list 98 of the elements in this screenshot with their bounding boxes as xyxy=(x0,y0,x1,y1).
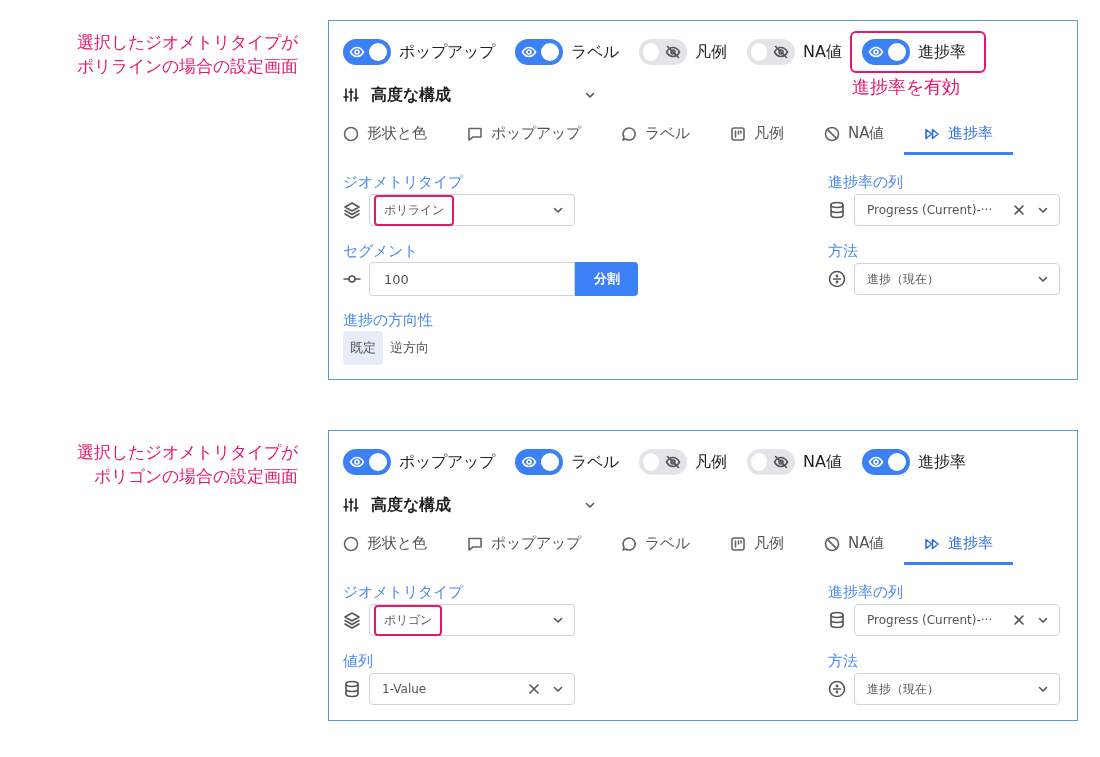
tab[interactable]: 凡例 xyxy=(730,121,804,155)
toggle-label: ポップアップ xyxy=(399,41,495,63)
caption-text: ポリラインの場合の設定画面 xyxy=(77,55,298,78)
split-button[interactable]: 分割 xyxy=(575,262,638,296)
select-field[interactable]: 進捗（現在） xyxy=(854,263,1060,295)
toggle-label: 進捗率 xyxy=(917,41,966,63)
tab[interactable]: 形状と色 xyxy=(343,121,447,155)
tab[interactable]: NA値 xyxy=(824,531,905,565)
select-field[interactable]: ポリライン xyxy=(369,194,575,226)
tab[interactable]: 進捗率 xyxy=(904,531,1014,565)
visibility-toggle[interactable] xyxy=(515,39,563,65)
segment-option[interactable]: 既定 xyxy=(343,331,383,365)
eye-slash-icon xyxy=(665,454,681,470)
select-field[interactable]: 進捗（現在） xyxy=(854,673,1060,705)
toggle-label: 凡例 xyxy=(695,451,727,473)
field-label: 進捗率の列 xyxy=(828,582,903,602)
caption-text: 選択したジオメトリタイプが xyxy=(77,31,298,54)
number-field[interactable]: 100 xyxy=(369,262,575,296)
chat-bubble-icon xyxy=(621,125,637,142)
clear-icon xyxy=(1013,614,1025,626)
select-value: 進捗（現在） xyxy=(867,270,940,288)
select-value: ポリゴン xyxy=(374,604,442,636)
tab[interactable]: NA値 xyxy=(824,121,905,155)
sliders-icon xyxy=(343,87,359,103)
tab[interactable]: ラベル xyxy=(621,531,710,565)
section-title: 高度な構成 xyxy=(371,84,452,106)
tab[interactable]: ポップアップ xyxy=(467,121,601,155)
circle-icon xyxy=(343,535,359,552)
eye-slash-icon xyxy=(773,454,789,470)
visibility-toggle[interactable] xyxy=(639,449,687,475)
field-label: 進捗の方向性 xyxy=(343,310,433,330)
database-icon xyxy=(343,680,361,698)
chat-bubble-icon xyxy=(621,535,637,552)
visibility-toggle[interactable] xyxy=(747,39,795,65)
select-value: ポリライン xyxy=(374,194,454,226)
select-value: 1-Value xyxy=(382,682,428,696)
tab[interactable]: ポップアップ xyxy=(467,531,601,565)
layers-icon xyxy=(343,201,361,219)
database-icon xyxy=(828,611,846,629)
divide-icon xyxy=(828,270,846,288)
toggle-label: ラベル xyxy=(571,41,619,63)
prohibited-icon xyxy=(824,125,840,142)
select-value: 進捗（現在） xyxy=(867,680,940,698)
board-icon xyxy=(730,125,746,142)
toggle-label: 凡例 xyxy=(695,41,727,63)
field-label: 方法 xyxy=(828,651,858,671)
field-label: 方法 xyxy=(828,241,858,261)
circle-icon xyxy=(343,125,359,142)
eye-slash-icon xyxy=(773,44,789,60)
toggle-label: ラベル xyxy=(571,451,619,473)
clear-icon xyxy=(1013,204,1025,216)
toggle-label: NA値 xyxy=(803,41,842,63)
visibility-toggle[interactable] xyxy=(639,39,687,65)
database-icon xyxy=(828,201,846,219)
eye-icon xyxy=(521,44,537,60)
tab[interactable]: 凡例 xyxy=(730,531,804,565)
eye-icon xyxy=(867,454,884,470)
select-field[interactable]: Progress (Current)-··· xyxy=(854,604,1060,636)
tab[interactable]: ラベル xyxy=(621,121,710,155)
board-icon xyxy=(730,535,746,552)
select-field[interactable]: 1-Value xyxy=(369,673,575,705)
field-label: セグメント xyxy=(343,241,418,261)
visibility-toggle[interactable] xyxy=(861,449,910,475)
sliders-icon xyxy=(343,497,359,513)
field-label: ジオメトリタイプ xyxy=(343,172,463,192)
visibility-toggle[interactable] xyxy=(515,449,563,475)
select-value: Progress (Current)-··· xyxy=(867,203,994,217)
speech-bubble-icon xyxy=(467,535,483,552)
layers-icon xyxy=(343,611,361,629)
divide-icon xyxy=(828,680,846,698)
eye-slash-icon xyxy=(665,44,681,60)
visibility-toggle[interactable] xyxy=(343,449,391,475)
speech-bubble-icon xyxy=(467,125,483,142)
clear-icon xyxy=(528,683,540,695)
eye-icon xyxy=(349,44,365,60)
toggle-label: ポップアップ xyxy=(399,451,495,473)
field-label: 値列 xyxy=(343,651,373,671)
segment-option[interactable]: 逆方向 xyxy=(383,331,436,365)
eye-icon xyxy=(349,454,365,470)
section-title: 高度な構成 xyxy=(371,494,452,516)
field-label: ジオメトリタイプ xyxy=(343,582,463,602)
select-value: Progress (Current)-··· xyxy=(867,613,994,627)
eye-icon xyxy=(521,454,537,470)
eye-icon xyxy=(867,44,884,60)
select-field[interactable]: ポリゴン xyxy=(369,604,575,636)
caption-text: 選択したジオメトリタイプが xyxy=(77,441,298,464)
field-label: 進捗率の列 xyxy=(828,172,903,192)
tab[interactable]: 進捗率 xyxy=(904,121,1014,155)
visibility-toggle[interactable] xyxy=(747,449,795,475)
tab[interactable]: 形状と色 xyxy=(343,531,447,565)
callout-text: 進捗率を有効 xyxy=(851,75,960,99)
toggle-label: NA値 xyxy=(803,451,842,473)
visibility-toggle[interactable] xyxy=(343,39,391,65)
visibility-toggle[interactable] xyxy=(861,39,910,65)
toggle-label: 進捗率 xyxy=(917,451,966,473)
prohibited-icon xyxy=(824,535,840,552)
caption-text: ポリゴンの場合の設定画面 xyxy=(94,465,298,488)
select-field[interactable]: Progress (Current)-··· xyxy=(854,194,1060,226)
